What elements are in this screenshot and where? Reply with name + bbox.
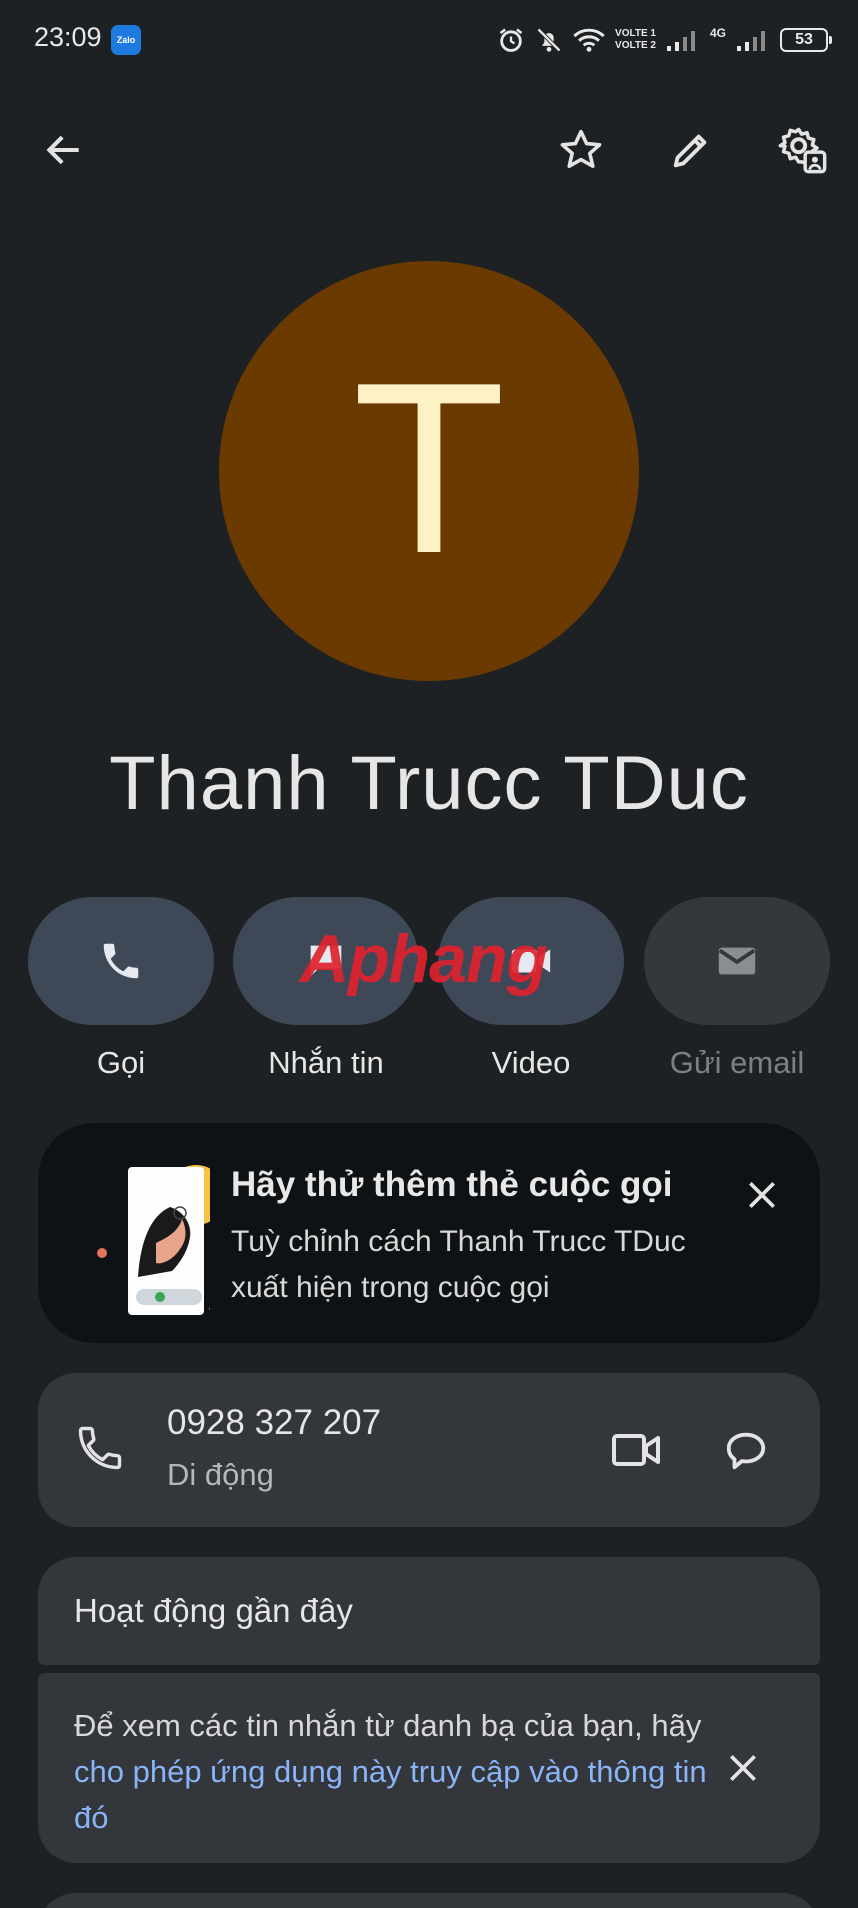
volte2-label: VOLTE 2 xyxy=(615,40,656,51)
volte-indicators: VOLTE 1 VOLTE 2 xyxy=(615,28,656,52)
message-number-button[interactable] xyxy=(716,1420,776,1480)
video-outline-icon xyxy=(612,1434,660,1466)
contact-avatar[interactable]: T xyxy=(219,261,639,681)
network-type: 4G xyxy=(709,26,726,40)
volte1-label: VOLTE 1 xyxy=(615,28,656,39)
promo-description: Tuỳ chỉnh cách Thanh Trucc TDuc xuất hiệ… xyxy=(231,1225,686,1304)
email-button xyxy=(644,897,830,1025)
email-icon xyxy=(718,947,756,975)
close-icon xyxy=(730,1755,756,1781)
phone-icon xyxy=(103,943,139,979)
gear-person-icon xyxy=(778,127,827,174)
watermark-text: Aphang xyxy=(300,921,548,997)
permission-message: Để xem các tin nhắn từ danh bạ của bạn, … xyxy=(74,1703,714,1841)
recent-activity-header: Hoạt động gần đây xyxy=(38,1557,820,1665)
contact-name: Thanh Trucc TDuc xyxy=(109,741,749,826)
recent-activity-permission: Để xem các tin nhắn từ danh bạ của bạn, … xyxy=(38,1673,820,1863)
contact-detail-screen: 23:09 Zalo VOLTE 1 VOLTE 2 4G 53 T Thanh xyxy=(0,0,858,1908)
contact-settings-button[interactable] xyxy=(771,118,835,182)
bell-off-icon xyxy=(537,28,561,52)
alarm-icon xyxy=(499,28,523,52)
promo-title: Hãy thử thêm thẻ cuộc gọi xyxy=(231,1165,673,1204)
promo-dismiss-button[interactable] xyxy=(738,1171,786,1219)
battery-indicator: 53 xyxy=(780,28,832,52)
pencil-icon xyxy=(673,134,707,168)
status-time: 23:09 xyxy=(34,22,102,52)
favorite-button[interactable] xyxy=(549,118,613,182)
wifi-icon xyxy=(573,28,605,52)
recent-activity-title: Hoạt động gần đây xyxy=(74,1592,353,1629)
signal-sim1-icon xyxy=(666,31,695,51)
call-action[interactable]: Gọi xyxy=(28,897,214,1081)
back-button[interactable] xyxy=(32,118,96,182)
phone-type: Di động xyxy=(167,1457,274,1492)
zalo-notification-icon: Zalo xyxy=(111,25,141,55)
message-outline-icon xyxy=(726,1432,766,1470)
permission-text: Để xem các tin nhắn từ danh bạ của bạn, … xyxy=(74,1708,702,1743)
status-bar: 23:09 Zalo VOLTE 1 VOLTE 2 4G 53 xyxy=(0,0,858,80)
call-card-illustration xyxy=(97,1165,210,1316)
phone-entry[interactable]: 0928 327 207 Di động xyxy=(38,1373,820,1527)
close-icon xyxy=(749,1182,775,1208)
message-label: Nhắn tin xyxy=(268,1045,384,1080)
status-icons: VOLTE 1 VOLTE 2 4G 53 xyxy=(497,20,832,60)
next-section-card xyxy=(38,1893,820,1908)
signal-sim2-icon xyxy=(737,31,765,51)
video-call-number-button[interactable] xyxy=(606,1420,666,1480)
edit-contact-button[interactable] xyxy=(659,118,723,182)
call-label: Gọi xyxy=(96,1045,146,1080)
call-card-promo[interactable]: Hãy thử thêm thẻ cuộc gọi Tuỳ chỉnh cách… xyxy=(38,1123,820,1343)
call-button[interactable] xyxy=(28,897,214,1025)
watermark-logo: Aphang xyxy=(300,920,548,998)
email-action: Gửi email xyxy=(644,897,830,1081)
avatar-initial: T xyxy=(358,340,500,607)
video-label: Video xyxy=(491,1045,571,1080)
permission-link[interactable]: cho phép ứng dụng này truy cập vào thông… xyxy=(74,1754,707,1835)
phone-number: 0928 327 207 xyxy=(167,1403,382,1442)
email-label: Gửi email xyxy=(669,1045,805,1080)
arrow-left-icon xyxy=(46,135,79,165)
permission-dismiss-button[interactable] xyxy=(718,1743,768,1793)
phone-outline-icon xyxy=(78,1426,122,1470)
star-outline-icon xyxy=(560,129,602,168)
